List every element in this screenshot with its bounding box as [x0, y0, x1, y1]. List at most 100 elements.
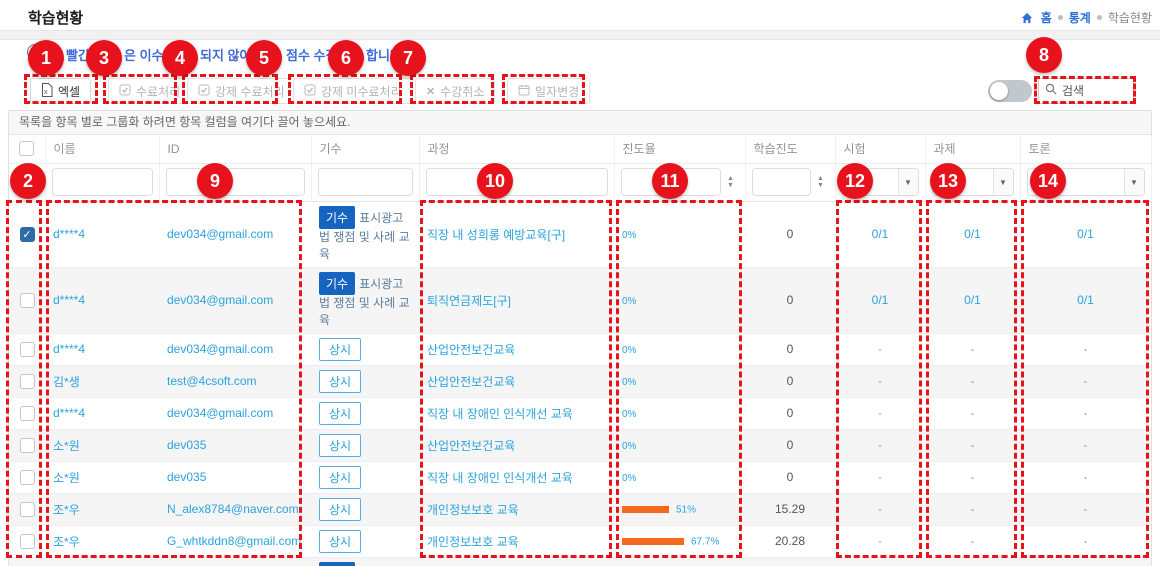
view-toggle[interactable]: [988, 80, 1032, 102]
progress-label: 0%: [622, 230, 636, 241]
cell-id[interactable]: dev034@gmail.com: [159, 333, 311, 365]
cell-progress-rate: 0%: [614, 557, 745, 566]
cell-id[interactable]: dev034@gmail.com: [159, 201, 311, 267]
discussion-filter-dropdown[interactable]: ▼: [1124, 169, 1144, 195]
cell-course[interactable]: 직장 내 성희롱 예방교육[구]: [419, 201, 614, 267]
cell-assignment[interactable]: 0/1: [925, 267, 1020, 333]
cell-progress-rate: 0%: [614, 333, 745, 365]
cell-name[interactable]: 소*원: [45, 429, 159, 461]
cell-id[interactable]: dev034@gmail.com: [159, 397, 311, 429]
cell-name[interactable]: 조*우: [45, 493, 159, 525]
cell-course[interactable]: 개인정보보호 교육: [419, 493, 614, 525]
cancel-enrollment-button[interactable]: ✕ 수강취소: [415, 78, 495, 104]
cell-id[interactable]: skwlgus12@k-sec.or.kr: [159, 557, 311, 566]
table-row: d****4dev034@gmail.com상시직장 내 장애인 인식개선 교육…: [9, 397, 1151, 429]
filter-id-input[interactable]: [167, 169, 304, 195]
cell-course[interactable]: 직장 내 성희롱 예방교육: [419, 557, 614, 566]
cell-progress-rate: 0%: [614, 365, 745, 397]
filter-name-input[interactable]: [53, 169, 152, 195]
cell-exam: -: [835, 429, 925, 461]
notice-text: 점수 수정: [286, 45, 337, 64]
cell-name[interactable]: d****4: [45, 201, 159, 267]
col-header-course[interactable]: 과정: [419, 135, 614, 163]
row-checkbox[interactable]: [20, 374, 35, 389]
cell-course[interactable]: 산업안전보건교육: [419, 365, 614, 397]
row-checkbox[interactable]: [20, 342, 35, 357]
row-checkbox[interactable]: ✓: [20, 227, 35, 242]
cell-course[interactable]: 직장 내 장애인 인식개선 교육: [419, 397, 614, 429]
cell-course[interactable]: 직장 내 장애인 인식개선 교육: [419, 461, 614, 493]
breadcrumb-stats[interactable]: 통계: [1069, 9, 1091, 26]
cell-discussion[interactable]: 0/1: [1020, 201, 1151, 267]
cell-name[interactable]: d****4: [45, 333, 159, 365]
col-header-name[interactable]: 이름: [45, 135, 159, 163]
col-header-id[interactable]: ID: [159, 135, 311, 163]
group-panel[interactable]: 목록을 항목 별로 그룹화 하려면 항목 컬럼을 여기다 끌어 놓으세요.: [9, 111, 1151, 135]
notice-text: 되지 않아 수: [200, 45, 267, 64]
progress-label: 0%: [622, 441, 636, 452]
cell-progress-rate: 51%: [614, 493, 745, 525]
row-checkbox[interactable]: [20, 534, 35, 549]
notice-text: 빨간색: [66, 45, 102, 64]
cell-exam[interactable]: 0/1: [835, 201, 925, 267]
filter-discussion-input[interactable]: [1028, 169, 1124, 195]
study-progress-spinner[interactable]: ▲▼: [813, 175, 829, 189]
search-icon: [1045, 82, 1057, 100]
cell-course[interactable]: 개인정보보호 교육: [419, 525, 614, 557]
row-checkbox[interactable]: [20, 293, 35, 308]
breadcrumb-home[interactable]: 홈: [1041, 9, 1052, 26]
data-grid: 목록을 항목 별로 그룹화 하려면 항목 컬럼을 여기다 끌어 놓으세요. 이름…: [8, 110, 1152, 566]
col-header-exam[interactable]: 시험: [835, 135, 925, 163]
cell-term: 상시: [311, 397, 419, 429]
cell-discussion[interactable]: 0/2: [1020, 557, 1151, 566]
exam-filter-dropdown[interactable]: ▼: [898, 169, 918, 195]
col-header-study-progress[interactable]: 학습진도: [745, 135, 835, 163]
cell-name[interactable]: s*******2: [45, 557, 159, 566]
filter-study-progress-input[interactable]: [753, 169, 810, 195]
row-checkbox[interactable]: [20, 438, 35, 453]
cell-name[interactable]: 김*생: [45, 365, 159, 397]
cell-id[interactable]: dev035: [159, 461, 311, 493]
cell-exam[interactable]: 0/1: [835, 267, 925, 333]
breadcrumb: 홈 통계 학습현황: [1021, 9, 1152, 26]
cell-name[interactable]: 조*우: [45, 525, 159, 557]
force-incomplete-button[interactable]: 강제 미수료처리: [293, 78, 413, 104]
progress-rate-spinner[interactable]: ▲▼: [723, 175, 739, 189]
filter-assignment-input[interactable]: [933, 169, 993, 195]
assignment-filter-dropdown[interactable]: ▼: [993, 169, 1013, 195]
cell-name[interactable]: 소*원: [45, 461, 159, 493]
cell-course[interactable]: 퇴직연금제도[구]: [419, 267, 614, 333]
select-all-checkbox[interactable]: [19, 141, 34, 156]
cell-discussion: -: [1020, 461, 1151, 493]
cell-id[interactable]: test@4csoft.com: [159, 365, 311, 397]
row-checkbox[interactable]: [20, 406, 35, 421]
cell-name[interactable]: d****4: [45, 267, 159, 333]
row-checkbox[interactable]: [20, 470, 35, 485]
cell-id[interactable]: G_whtkddn8@gmail.com: [159, 525, 311, 557]
force-complete-button[interactable]: 강제 수료처리: [187, 78, 296, 104]
filter-exam-input[interactable]: [843, 169, 898, 195]
cell-id[interactable]: dev034@gmail.com: [159, 267, 311, 333]
col-header-discussion[interactable]: 토론: [1020, 135, 1151, 163]
complete-button[interactable]: 수료처리: [108, 78, 191, 104]
cell-course[interactable]: 산업안전보건교육: [419, 429, 614, 461]
filter-progress-rate-input[interactable]: [622, 169, 720, 195]
col-header-term[interactable]: 기수: [311, 135, 419, 163]
search-input[interactable]: [1062, 84, 1127, 98]
cell-id[interactable]: dev035: [159, 429, 311, 461]
filter-course-input[interactable]: [427, 169, 607, 195]
excel-button[interactable]: x 엑셀: [30, 78, 91, 104]
filter-term-input[interactable]: [319, 169, 412, 195]
col-header-assignment[interactable]: 과제: [925, 135, 1020, 163]
cell-name[interactable]: d****4: [45, 397, 159, 429]
change-date-button[interactable]: 일자변경: [507, 78, 590, 104]
cell-course[interactable]: 산업안전보건교육: [419, 333, 614, 365]
cell-exam[interactable]: 0/2: [835, 557, 925, 566]
cell-assignment[interactable]: 0/2: [925, 557, 1020, 566]
cell-assignment[interactable]: 0/1: [925, 201, 1020, 267]
cell-select: [9, 525, 45, 557]
cell-discussion[interactable]: 0/1: [1020, 267, 1151, 333]
cell-id[interactable]: N_alex8784@naver.com: [159, 493, 311, 525]
col-header-progress-rate[interactable]: 진도율: [614, 135, 745, 163]
row-checkbox[interactable]: [20, 502, 35, 517]
